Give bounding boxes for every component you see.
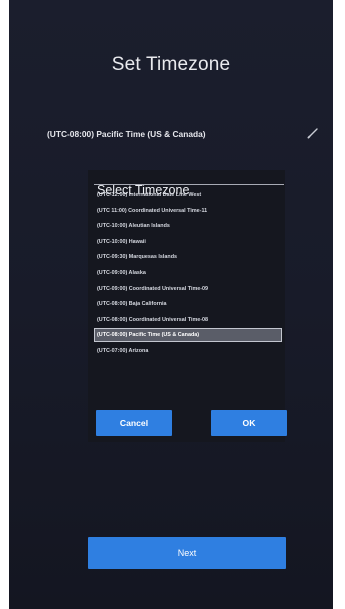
timezone-option-selected[interactable]: (UTC-08:00) Pacific Time (US & Canada) — [94, 328, 282, 343]
timezone-option[interactable]: (UTC-12:00) International Date Line West — [94, 188, 282, 202]
timezone-option[interactable]: (UTC-09:00) Alaska — [94, 266, 282, 280]
pencil-icon[interactable] — [306, 126, 320, 140]
timezone-option[interactable]: (UTC-08:00) Baja California — [94, 297, 282, 311]
next-button[interactable]: Next — [88, 537, 286, 569]
timezone-option[interactable]: (UTC-09:30) Marquesas Islands — [94, 250, 282, 264]
screen: Set Timezone (UTC-08:00) Pacific Time (U… — [0, 0, 345, 609]
current-timezone-label: (UTC-08:00) Pacific Time (US & Canada) — [47, 129, 206, 139]
timezone-option[interactable]: (UTC-10:00) Aleutian Islands — [94, 219, 282, 233]
timezone-dialog: Select Timezone (UTC-12:00) Internationa… — [88, 170, 285, 442]
timezone-option[interactable]: (UTC 11:00) Coordinated Universal Time-1… — [94, 204, 282, 218]
timezone-option[interactable]: (UTC-08:00) Coordinated Universal Time-0… — [94, 313, 282, 327]
timezone-option[interactable]: (UTC-09:00) Coordinated Universal Time-0… — [94, 282, 282, 296]
list-divider — [94, 184, 284, 185]
ok-button[interactable]: OK — [211, 410, 287, 436]
timezone-option[interactable]: (UTC-07:00) Arizona — [94, 344, 282, 358]
setup-panel: Set Timezone (UTC-08:00) Pacific Time (U… — [9, 0, 333, 609]
page-title: Set Timezone — [111, 54, 231, 75]
timezone-option[interactable]: (UTC-10:00) Hawaii — [94, 235, 282, 249]
cancel-button[interactable]: Cancel — [96, 410, 172, 436]
